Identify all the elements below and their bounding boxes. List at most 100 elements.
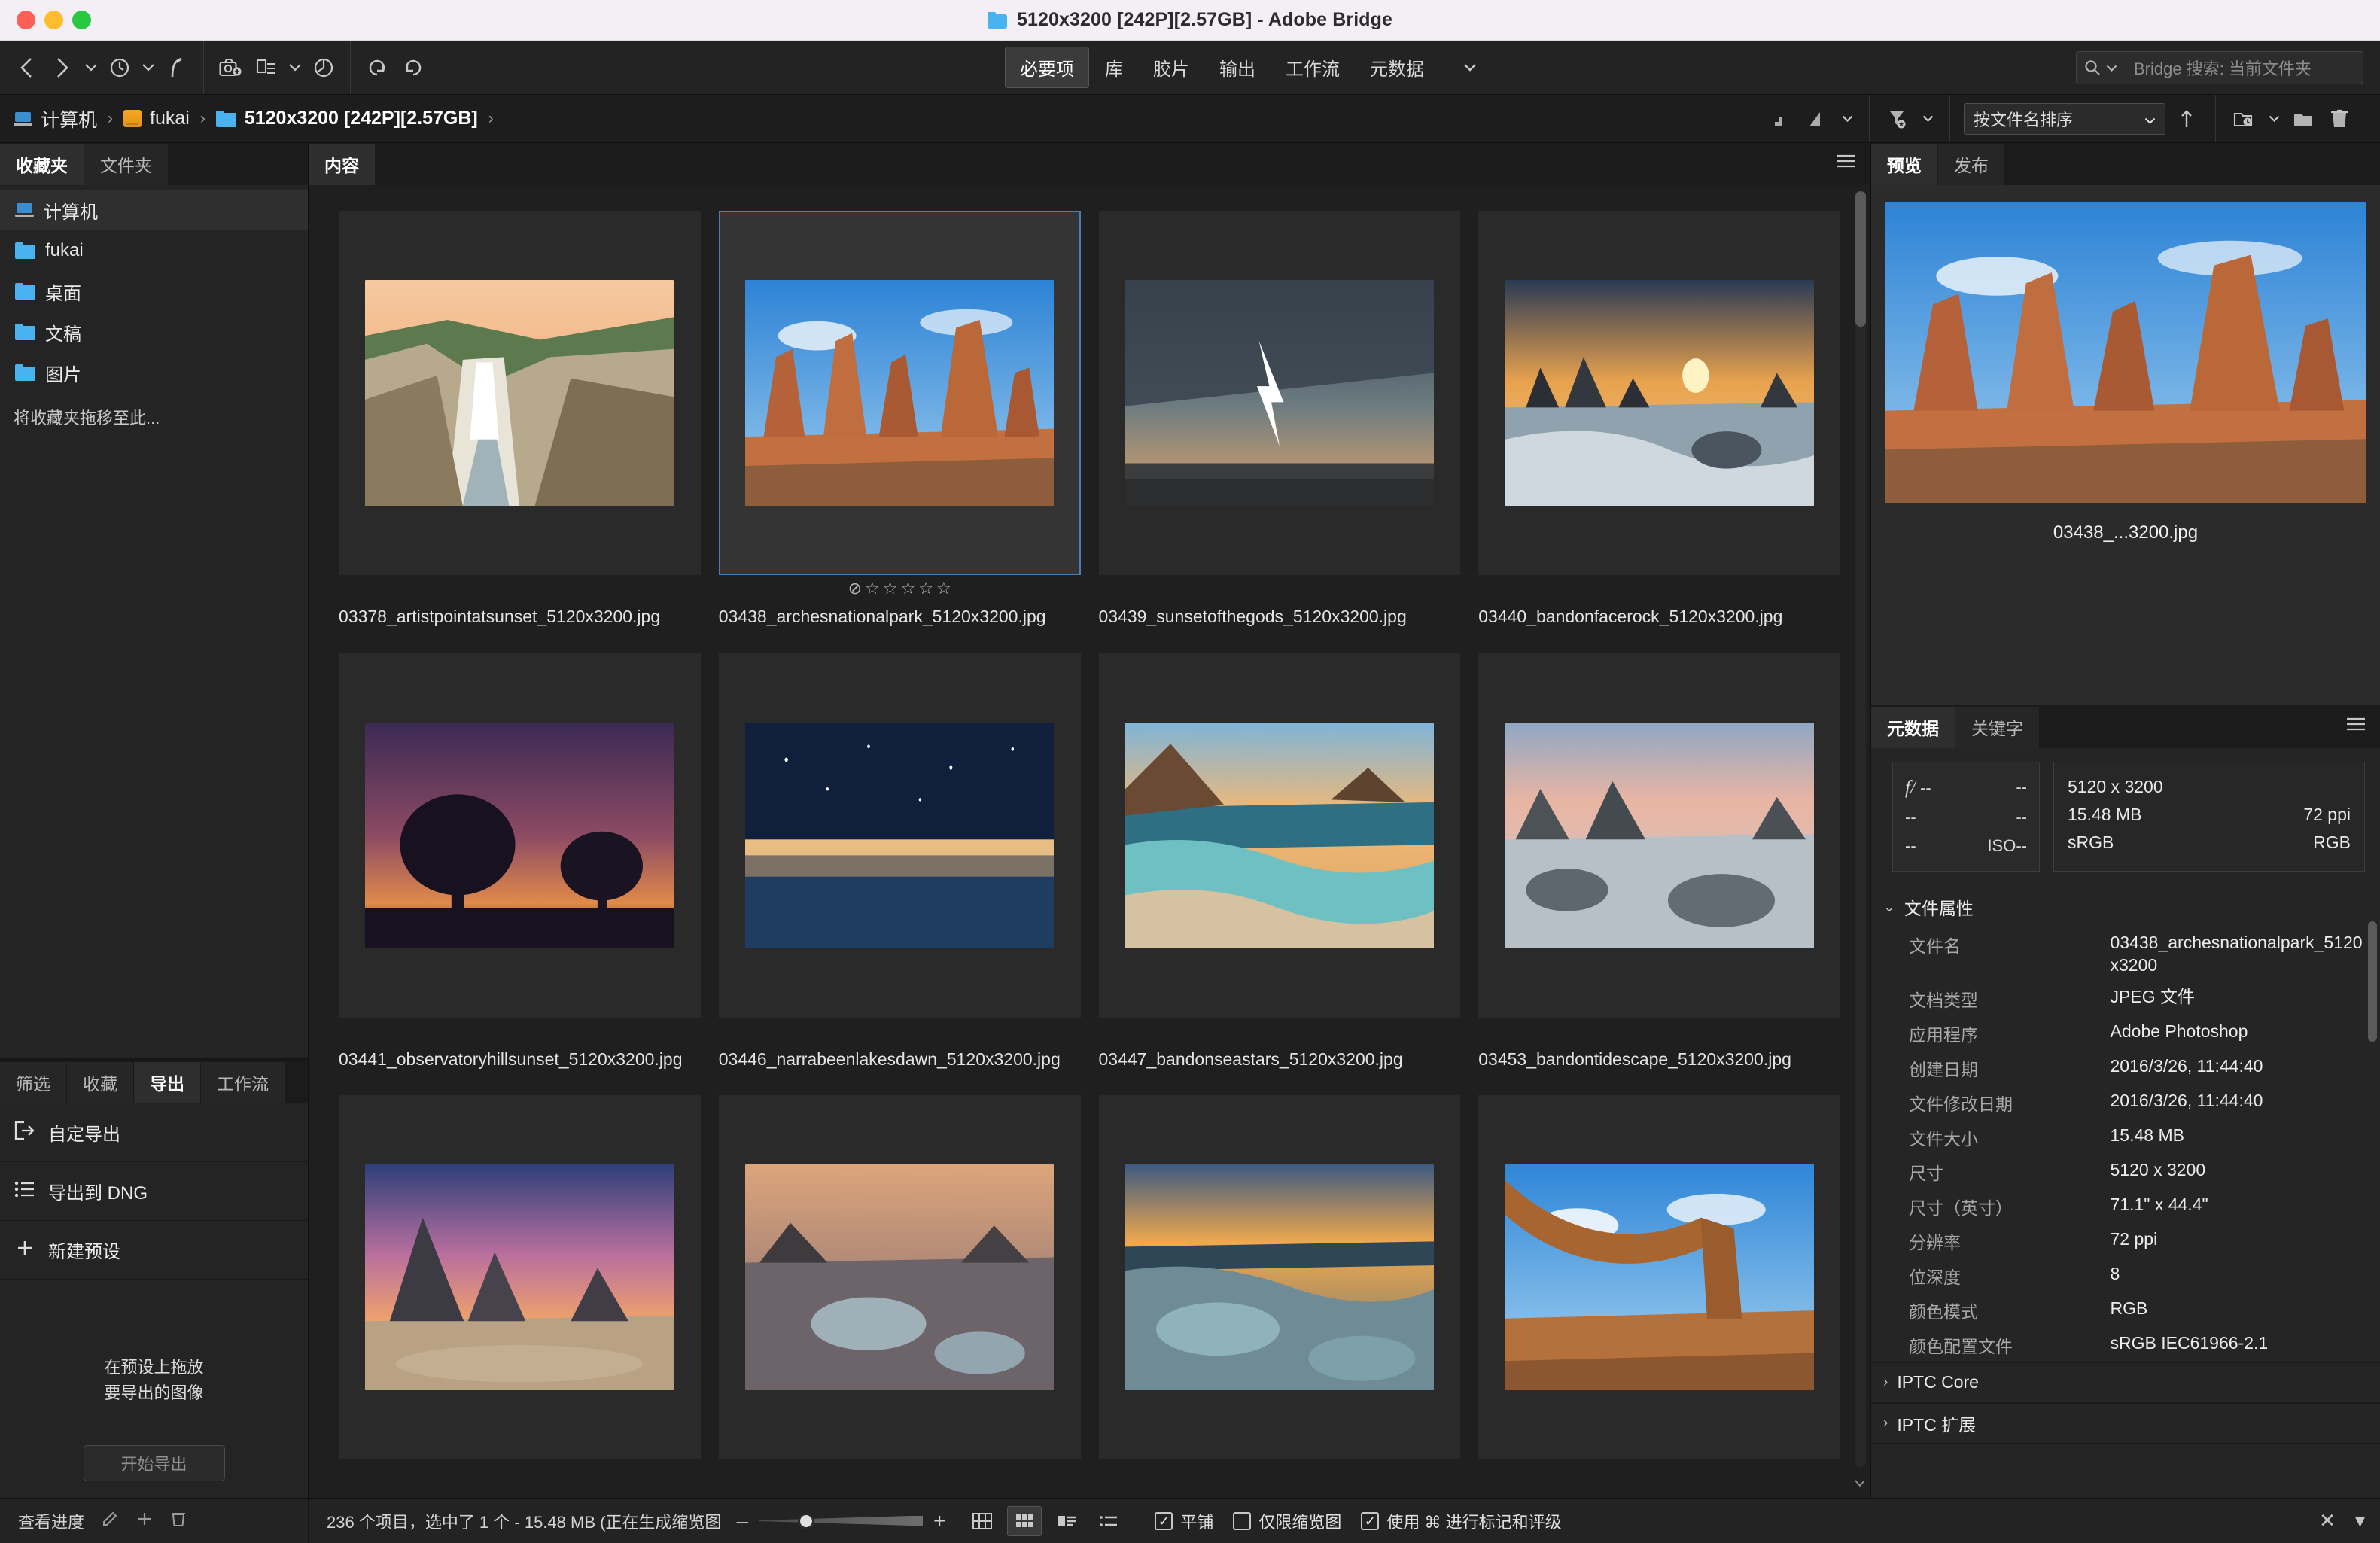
thumbnail-cell[interactable]: [1478, 1095, 1840, 1490]
tab-collections[interactable]: 收藏: [67, 1062, 134, 1103]
export-item-custom[interactable]: 自定导出: [0, 1103, 308, 1162]
sidebar-item-desktop[interactable]: 桌面: [0, 271, 308, 312]
content-scrollbar[interactable]: [1855, 191, 1866, 1468]
close-icon[interactable]: ✕: [2319, 1509, 2336, 1532]
tab-keywords[interactable]: 关键字: [1955, 707, 2040, 748]
star-4-icon[interactable]: ☆: [918, 580, 933, 597]
progress-label[interactable]: 查看进度: [18, 1509, 84, 1533]
sidebar-item-fukai[interactable]: fukai: [0, 230, 308, 271]
thumbnail-box[interactable]: [339, 1095, 701, 1459]
workspace-tab-filmstrip[interactable]: 胶片: [1139, 47, 1204, 87]
delete-trash-icon[interactable]: [170, 1510, 187, 1532]
parent-folder-icon[interactable]: [161, 52, 193, 84]
chevron-down-icon[interactable]: [83, 52, 99, 84]
chevron-down-icon-2[interactable]: [140, 52, 157, 84]
metadata-value[interactable]: 2016/3/26, 11:44:40: [2111, 1055, 2366, 1078]
workspace-overflow-chevron-icon[interactable]: [1462, 52, 1478, 84]
delete-trash-icon[interactable]: [2324, 104, 2354, 134]
chevron-down-icon-5[interactable]: [1919, 103, 1936, 135]
checkbox-box-unchecked[interactable]: [1233, 1512, 1251, 1530]
breadcrumb-item-computer[interactable]: 计算机: [14, 105, 97, 132]
workspace-tab-libraries[interactable]: 库: [1091, 47, 1137, 87]
star-5-icon[interactable]: ☆: [936, 580, 951, 597]
sidebar-item-documents[interactable]: 文稿: [0, 312, 308, 352]
metadata-scroll[interactable]: f/ -- -- -- -- -- ISO--: [1871, 748, 2380, 1498]
thumbnail-cell[interactable]: 03441_observatoryhillsunset_5120x3200.jp…: [339, 653, 701, 1072]
metadata-value[interactable]: 15.48 MB: [2111, 1125, 2366, 1147]
sort-ascending-icon[interactable]: [2172, 104, 2202, 134]
get-photos-camera-icon[interactable]: [215, 52, 246, 84]
thumbnail-box[interactable]: [1099, 211, 1461, 575]
content-panel-menu-icon[interactable]: [1836, 154, 1857, 172]
tab-favorites[interactable]: 收藏夹: [0, 144, 84, 185]
metadata-value[interactable]: Adobe Photoshop: [2111, 1021, 2366, 1043]
rating-row[interactable]: [339, 575, 701, 598]
scroll-down-arrow-icon[interactable]: [1854, 1476, 1866, 1492]
tab-publish[interactable]: 发布: [1938, 144, 2005, 185]
workspace-tab-metadata[interactable]: 元数据: [1356, 47, 1438, 87]
tab-export[interactable]: 导出: [134, 1062, 201, 1103]
thumbnail-cell[interactable]: [1099, 1095, 1461, 1490]
thumbnail-size-slider[interactable]: [759, 1514, 923, 1528]
rating-row[interactable]: [339, 1018, 701, 1040]
thumbnail-box[interactable]: [1478, 653, 1840, 1018]
tab-metadata[interactable]: 元数据: [1871, 707, 1955, 748]
metadata-section-file-properties[interactable]: ⌄ 文件属性: [1871, 887, 2380, 927]
reject-icon[interactable]: ⊘: [848, 580, 862, 597]
chevron-down-icon-3[interactable]: [287, 52, 303, 84]
open-in-camera-raw-icon[interactable]: [308, 52, 339, 84]
search-input[interactable]: Bridge 搜索: 当前文件夹: [2076, 51, 2363, 84]
thumbnail-box[interactable]: [339, 653, 701, 1018]
edit-pencil-icon[interactable]: [101, 1510, 119, 1532]
rating-row[interactable]: [1478, 1018, 1840, 1040]
metadata-value[interactable]: 5120 x 3200: [2111, 1159, 2366, 1182]
new-folder-icon[interactable]: [2288, 104, 2318, 134]
rating-row[interactable]: [339, 1459, 701, 1482]
close-button[interactable]: [17, 11, 35, 29]
tab-content[interactable]: 内容: [309, 144, 376, 185]
checkbox-box-checked[interactable]: ✓: [1361, 1512, 1379, 1530]
thumbnail-cell[interactable]: [339, 1095, 701, 1490]
workspace-tab-output[interactable]: 输出: [1205, 47, 1270, 87]
details-view-button[interactable]: [1049, 1506, 1084, 1536]
thumbnail-box[interactable]: [719, 211, 1081, 575]
thumbnail-box[interactable]: [1099, 1095, 1461, 1459]
back-icon[interactable]: [11, 52, 42, 84]
zoom-button[interactable]: [72, 11, 91, 29]
thumbnail-box[interactable]: [1478, 1095, 1840, 1459]
tab-folders[interactable]: 文件夹: [84, 144, 169, 185]
list-view-button[interactable]: [1091, 1506, 1126, 1536]
filter-funnel-icon[interactable]: [1883, 104, 1913, 134]
export-item-new-preset[interactable]: 新建预设: [0, 1221, 308, 1280]
rotate-counterclockwise-icon[interactable]: [361, 52, 393, 84]
low-rating-filter-icon[interactable]: [1767, 104, 1797, 134]
rating-row[interactable]: [1099, 1018, 1461, 1040]
thumbnail-grid-scroll[interactable]: 03378_artistpointatsunset_5120x3200.jpg: [309, 185, 1870, 1498]
metadata-value[interactable]: 8: [2111, 1263, 2366, 1286]
thumbnail-cell[interactable]: 03378_artistpointatsunset_5120x3200.jpg: [339, 211, 701, 629]
metadata-panel-menu-icon[interactable]: [2345, 717, 2366, 735]
chevron-down-icon-4[interactable]: [1839, 103, 1855, 135]
workspace-tab-workflow[interactable]: 工作流: [1271, 47, 1354, 87]
recent-history-icon[interactable]: [104, 52, 135, 84]
zoom-in-button[interactable]: +: [933, 1511, 945, 1532]
thumbnail-cell[interactable]: 03453_bandontidescape_5120x3200.jpg: [1478, 653, 1840, 1072]
metadata-value[interactable]: 71.1" x 44.4": [2111, 1194, 2366, 1216]
export-item-dng[interactable]: 导出到 DNG: [0, 1162, 308, 1221]
thumbnail-cell-selected[interactable]: ⊘ ☆ ☆ ☆ ☆ ☆ 03438_archesnationalpark_512…: [719, 211, 1081, 629]
thumbnail-cell[interactable]: 03439_sunsetofthegods_5120x3200.jpg: [1099, 211, 1461, 629]
metadata-value[interactable]: 2016/3/26, 11:44:40: [2111, 1090, 2366, 1112]
thumbnail-box[interactable]: [1099, 653, 1461, 1018]
rating-row[interactable]: [1478, 575, 1840, 598]
rotate-clockwise-icon[interactable]: [397, 52, 429, 84]
add-plus-icon[interactable]: [135, 1510, 154, 1532]
sidebar-item-computer[interactable]: 计算机: [0, 190, 308, 230]
metadata-value[interactable]: JPEG 文件: [2111, 986, 2366, 1009]
metadata-value[interactable]: sRGB IEC61966-2.1: [2111, 1332, 2366, 1355]
thumbnail-cell[interactable]: [719, 1095, 1081, 1490]
high-rating-filter-icon[interactable]: [1803, 104, 1833, 134]
thumbnail-cell[interactable]: 03446_narrabeenlakesdawn_5120x3200.jpg: [719, 653, 1081, 1072]
checkbox-box-checked[interactable]: ✓: [1155, 1512, 1173, 1530]
chevron-down-icon-7[interactable]: [2266, 103, 2282, 135]
metadata-section-iptc-core[interactable]: › IPTC Core: [1871, 1362, 2380, 1403]
